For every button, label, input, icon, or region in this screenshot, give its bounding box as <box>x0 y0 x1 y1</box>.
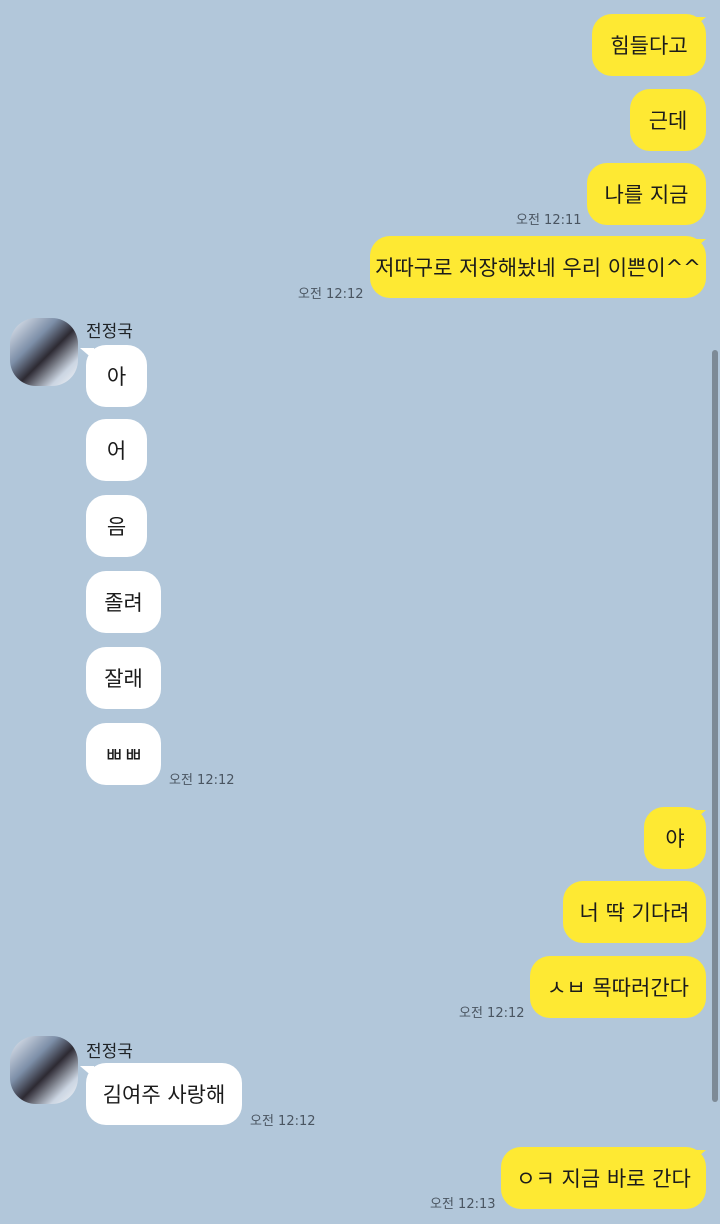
scrollbar[interactable] <box>712 350 718 1102</box>
message-bubble[interactable]: ㅇㅋ 지금 바로 간다 <box>501 1147 706 1209</box>
sender-name: 전정국 <box>86 322 133 342</box>
timestamp: 오전 12:12 <box>250 1114 316 1129</box>
message-bubble[interactable]: 너 딱 기다려 <box>563 881 706 943</box>
message-bubble[interactable]: 저따구로 저장해놨네 우리 이쁜이^^ <box>370 236 706 298</box>
message-bubble[interactable]: 졸려 <box>86 571 161 633</box>
bubble-tail <box>692 810 706 822</box>
timestamp: 오전 12:12 <box>459 1006 525 1021</box>
message-bubble[interactable]: 잘래 <box>86 647 161 709</box>
timestamp: 오전 12:12 <box>169 773 235 788</box>
timestamp: 오전 12:12 <box>298 287 364 302</box>
bubble-tail <box>692 239 706 251</box>
message-bubble[interactable]: 김여주 사랑해 <box>86 1063 242 1125</box>
message-bubble[interactable]: ㅃㅃ <box>86 723 161 785</box>
sender-name: 전정국 <box>86 1042 133 1062</box>
bubble-tail <box>80 348 94 360</box>
bubble-tail <box>692 1150 706 1162</box>
bubble-tail <box>80 1066 94 1078</box>
message-bubble[interactable]: ㅅㅂ 목따러간다 <box>530 956 706 1018</box>
message-bubble[interactable]: 힘들다고 <box>592 14 706 76</box>
message-bubble[interactable]: 음 <box>86 495 147 557</box>
message-bubble[interactable]: 어 <box>86 419 147 481</box>
message-bubble[interactable]: 근데 <box>630 89 706 151</box>
timestamp: 오전 12:11 <box>516 213 582 228</box>
avatar[interactable] <box>10 1036 78 1104</box>
timestamp: 오전 12:13 <box>430 1197 496 1212</box>
avatar[interactable] <box>10 318 78 386</box>
message-bubble[interactable]: 나를 지금 <box>587 163 706 225</box>
bubble-tail <box>692 17 706 29</box>
message-bubble[interactable]: 아 <box>86 345 147 407</box>
